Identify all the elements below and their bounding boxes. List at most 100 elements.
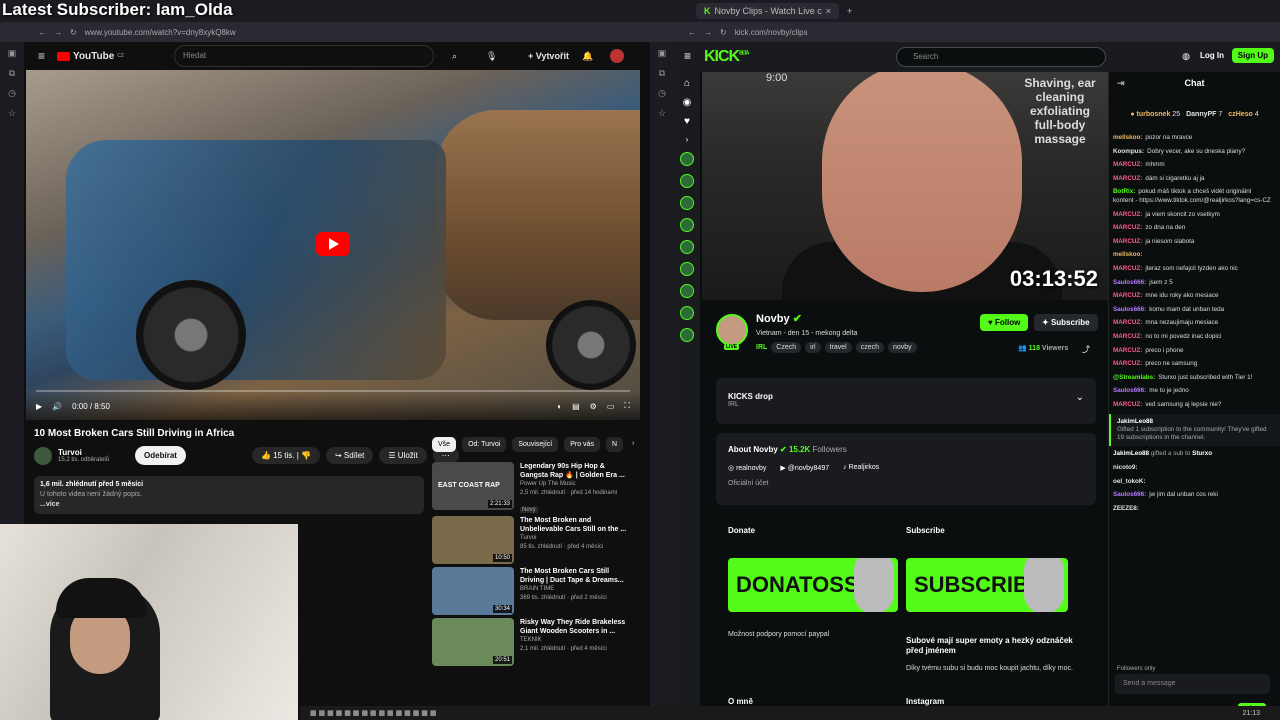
chat-username[interactable]: MARCUZ: [1113, 211, 1142, 218]
chip-for-you[interactable]: Pro vás [564, 437, 600, 452]
history-icon[interactable]: ◷ [8, 88, 16, 99]
sidebar-icon-1[interactable]: ▣ [8, 48, 17, 59]
address-bar[interactable]: ← → ↻ www.youtube.com/watch?v=dny8xykQ8k… [0, 22, 650, 42]
expand-icon[interactable]: › [686, 135, 689, 144]
channel-avatar[interactable] [680, 306, 694, 320]
login-button[interactable]: Log In [1200, 51, 1224, 60]
chat-username[interactable]: MARCUZ: [1113, 292, 1142, 299]
gifter[interactable]: ● turbosnek 25 [1130, 111, 1180, 118]
chat-username[interactable]: BotRix: [1113, 188, 1135, 195]
video-thumbnail[interactable]: 30:34 [432, 567, 514, 615]
rec-title[interactable]: Risky Way They Ride Brakeless Giant Wood… [520, 618, 632, 636]
donate-banner[interactable]: DONATOSS [728, 558, 898, 612]
chat-input[interactable]: Send a message [1115, 674, 1270, 694]
chip-related[interactable]: Související [512, 437, 559, 452]
chat-username[interactable]: Koompus: [1113, 148, 1144, 155]
channel-avatar[interactable] [680, 262, 694, 276]
rec-title[interactable]: Legendary 90s Hip Hop & Gangsta Rap 🔥 | … [520, 462, 632, 480]
tag[interactable]: czech [855, 342, 884, 353]
browse-icon[interactable]: ◉ [683, 97, 692, 108]
chat-username[interactable]: MARCUZ: [1113, 238, 1142, 245]
search-input[interactable]: Hledat [174, 45, 434, 67]
tiktok-link[interactable]: ♪ Realjirkos [843, 464, 879, 472]
like-button[interactable]: 👍 15 tis. | 👎 [251, 447, 320, 464]
tag[interactable]: Czech [771, 342, 802, 353]
rec-title[interactable]: The Most Broken Cars Still Driving | Duc… [520, 567, 632, 585]
youtube-logo[interactable]: YouTube CZ [57, 51, 124, 62]
chip-all[interactable]: Vše [432, 437, 457, 452]
chat-username[interactable]: MARCUZ: [1113, 175, 1142, 182]
chat-username[interactable]: oel_tokoK: [1113, 478, 1146, 485]
subscribe-button[interactable]: ✦ Subscribe [1034, 314, 1098, 331]
kick-logo[interactable]: KICKBETA [704, 48, 749, 66]
chat-username[interactable]: MARCUZ: [1113, 333, 1142, 340]
chat-username[interactable]: Saulos666: [1113, 387, 1146, 394]
avatar[interactable] [610, 49, 624, 63]
rec-title[interactable]: The Most Broken and Unbelievable Cars St… [520, 516, 632, 534]
tag[interactable]: travel [824, 342, 852, 353]
gift-user[interactable]: JakimLeo88 [1117, 418, 1274, 426]
globe-icon[interactable]: ◍ [1182, 51, 1190, 62]
star-icon[interactable]: ☆ [8, 108, 16, 119]
star-icon[interactable]: ☆ [658, 108, 666, 119]
history-icon[interactable]: ◷ [658, 88, 666, 99]
tag[interactable]: irl [805, 342, 821, 353]
settings-icon[interactable]: ⚙ [590, 402, 597, 411]
autoplay-toggle[interactable]: ◐ [557, 402, 562, 411]
chevron-down-icon[interactable]: ⌄ [1076, 392, 1084, 403]
chat-username[interactable]: Saulos666: [1113, 279, 1146, 286]
play-overlay-button[interactable] [316, 232, 350, 256]
address-bar[interactable]: ← → ↻ kick.com/novby/clips [650, 22, 1280, 42]
fullscreen-icon[interactable]: ⛶ [624, 401, 630, 411]
subscribe-button[interactable]: Odebírat [135, 446, 186, 465]
chat-username[interactable]: nicoto9: [1113, 464, 1138, 471]
share-icon[interactable]: ⤴ [1082, 344, 1090, 355]
reload-icon[interactable]: ↻ [720, 28, 727, 37]
signup-button[interactable]: Sign Up [1231, 48, 1274, 63]
search-icon[interactable]: ⌕ [452, 51, 457, 62]
sidebar-icon-1[interactable]: ▣ [658, 48, 667, 59]
url-text[interactable]: www.youtube.com/watch?v=dny8xykQ8kw [85, 28, 236, 37]
kicks-drop-card[interactable]: KICKS drop IRL ⌄ [716, 378, 1096, 424]
list-item[interactable]: 20:51 Risky Way They Ride Brakeless Gian… [432, 618, 632, 666]
channel-avatar[interactable] [680, 284, 694, 298]
youtube-link[interactable]: ▶ @novby8497 [780, 464, 829, 472]
video-thumbnail[interactable]: 20:51 [432, 618, 514, 666]
description-box[interactable]: 1,6 mil. zhlédnutí před 5 měsíci U tohot… [34, 476, 424, 514]
chat-username[interactable]: mellskoo: [1113, 251, 1142, 258]
gifter[interactable]: czHeso 4 [1228, 111, 1258, 118]
chat-username[interactable]: MARCUZ: [1113, 265, 1142, 272]
chat-username[interactable]: @Streamlabs: [1113, 374, 1155, 381]
channel-avatar[interactable] [34, 446, 52, 465]
taskbar-apps[interactable]: ▦ ▦ ▦ ▦ ▦ ▦ ▦ ▦ ▦ ▦ ▦ ▦ ▦ ▦ ▦ [310, 709, 436, 717]
chip-from-channel[interactable]: Od: Turvoi [462, 437, 507, 452]
hamburger-icon[interactable]: ≡ [684, 49, 691, 63]
bell-icon[interactable]: 🔔 [582, 51, 593, 62]
hamburger-icon[interactable]: ≡ [38, 49, 45, 63]
video-thumbnail[interactable]: 10:50 [432, 516, 514, 564]
channel-avatar[interactable] [680, 174, 694, 188]
gift-user[interactable]: JakimLeo88 [1113, 450, 1149, 457]
chat-username[interactable]: MARCUZ: [1113, 401, 1142, 408]
sidebar-icon-2[interactable]: ⧉ [659, 68, 665, 79]
gifter[interactable]: DannyPF 7 [1186, 111, 1222, 118]
mic-icon[interactable]: 🎙 [486, 51, 497, 62]
subtitles-icon[interactable]: ▤ [572, 402, 580, 411]
chat-username[interactable]: MARCUZ: [1113, 224, 1142, 231]
search-input[interactable]: Search [896, 47, 1106, 67]
following-icon[interactable]: ♥ [684, 116, 690, 127]
channel-avatar[interactable] [680, 328, 694, 342]
create-button[interactable]: + Vytvořit [528, 51, 569, 61]
streamer-avatar[interactable]: LIVE [716, 314, 748, 350]
url-text[interactable]: kick.com/novby/clips [735, 28, 808, 37]
instagram-link[interactable]: ◎ realnovby [728, 464, 766, 472]
video-player[interactable]: ▶ 🔊 0:00 / 8:50 ◐ ▤ ⚙ ▭ ⛶ [26, 70, 640, 420]
list-item[interactable]: 30:34 The Most Broken Cars Still Driving… [432, 567, 632, 615]
chat-username[interactable]: MARCUZ: [1113, 347, 1142, 354]
chat-username[interactable]: ZEEZE8: [1113, 505, 1139, 512]
channel-name[interactable]: Turvoi [58, 448, 109, 457]
share-button[interactable]: ↪ Sdílet [325, 447, 374, 464]
chat-username[interactable]: mellskoo: [1113, 134, 1142, 141]
video-thumbnail[interactable]: EAST COAST RAP 2:21:33 [432, 462, 514, 510]
chevron-right-icon[interactable]: › [629, 437, 637, 452]
